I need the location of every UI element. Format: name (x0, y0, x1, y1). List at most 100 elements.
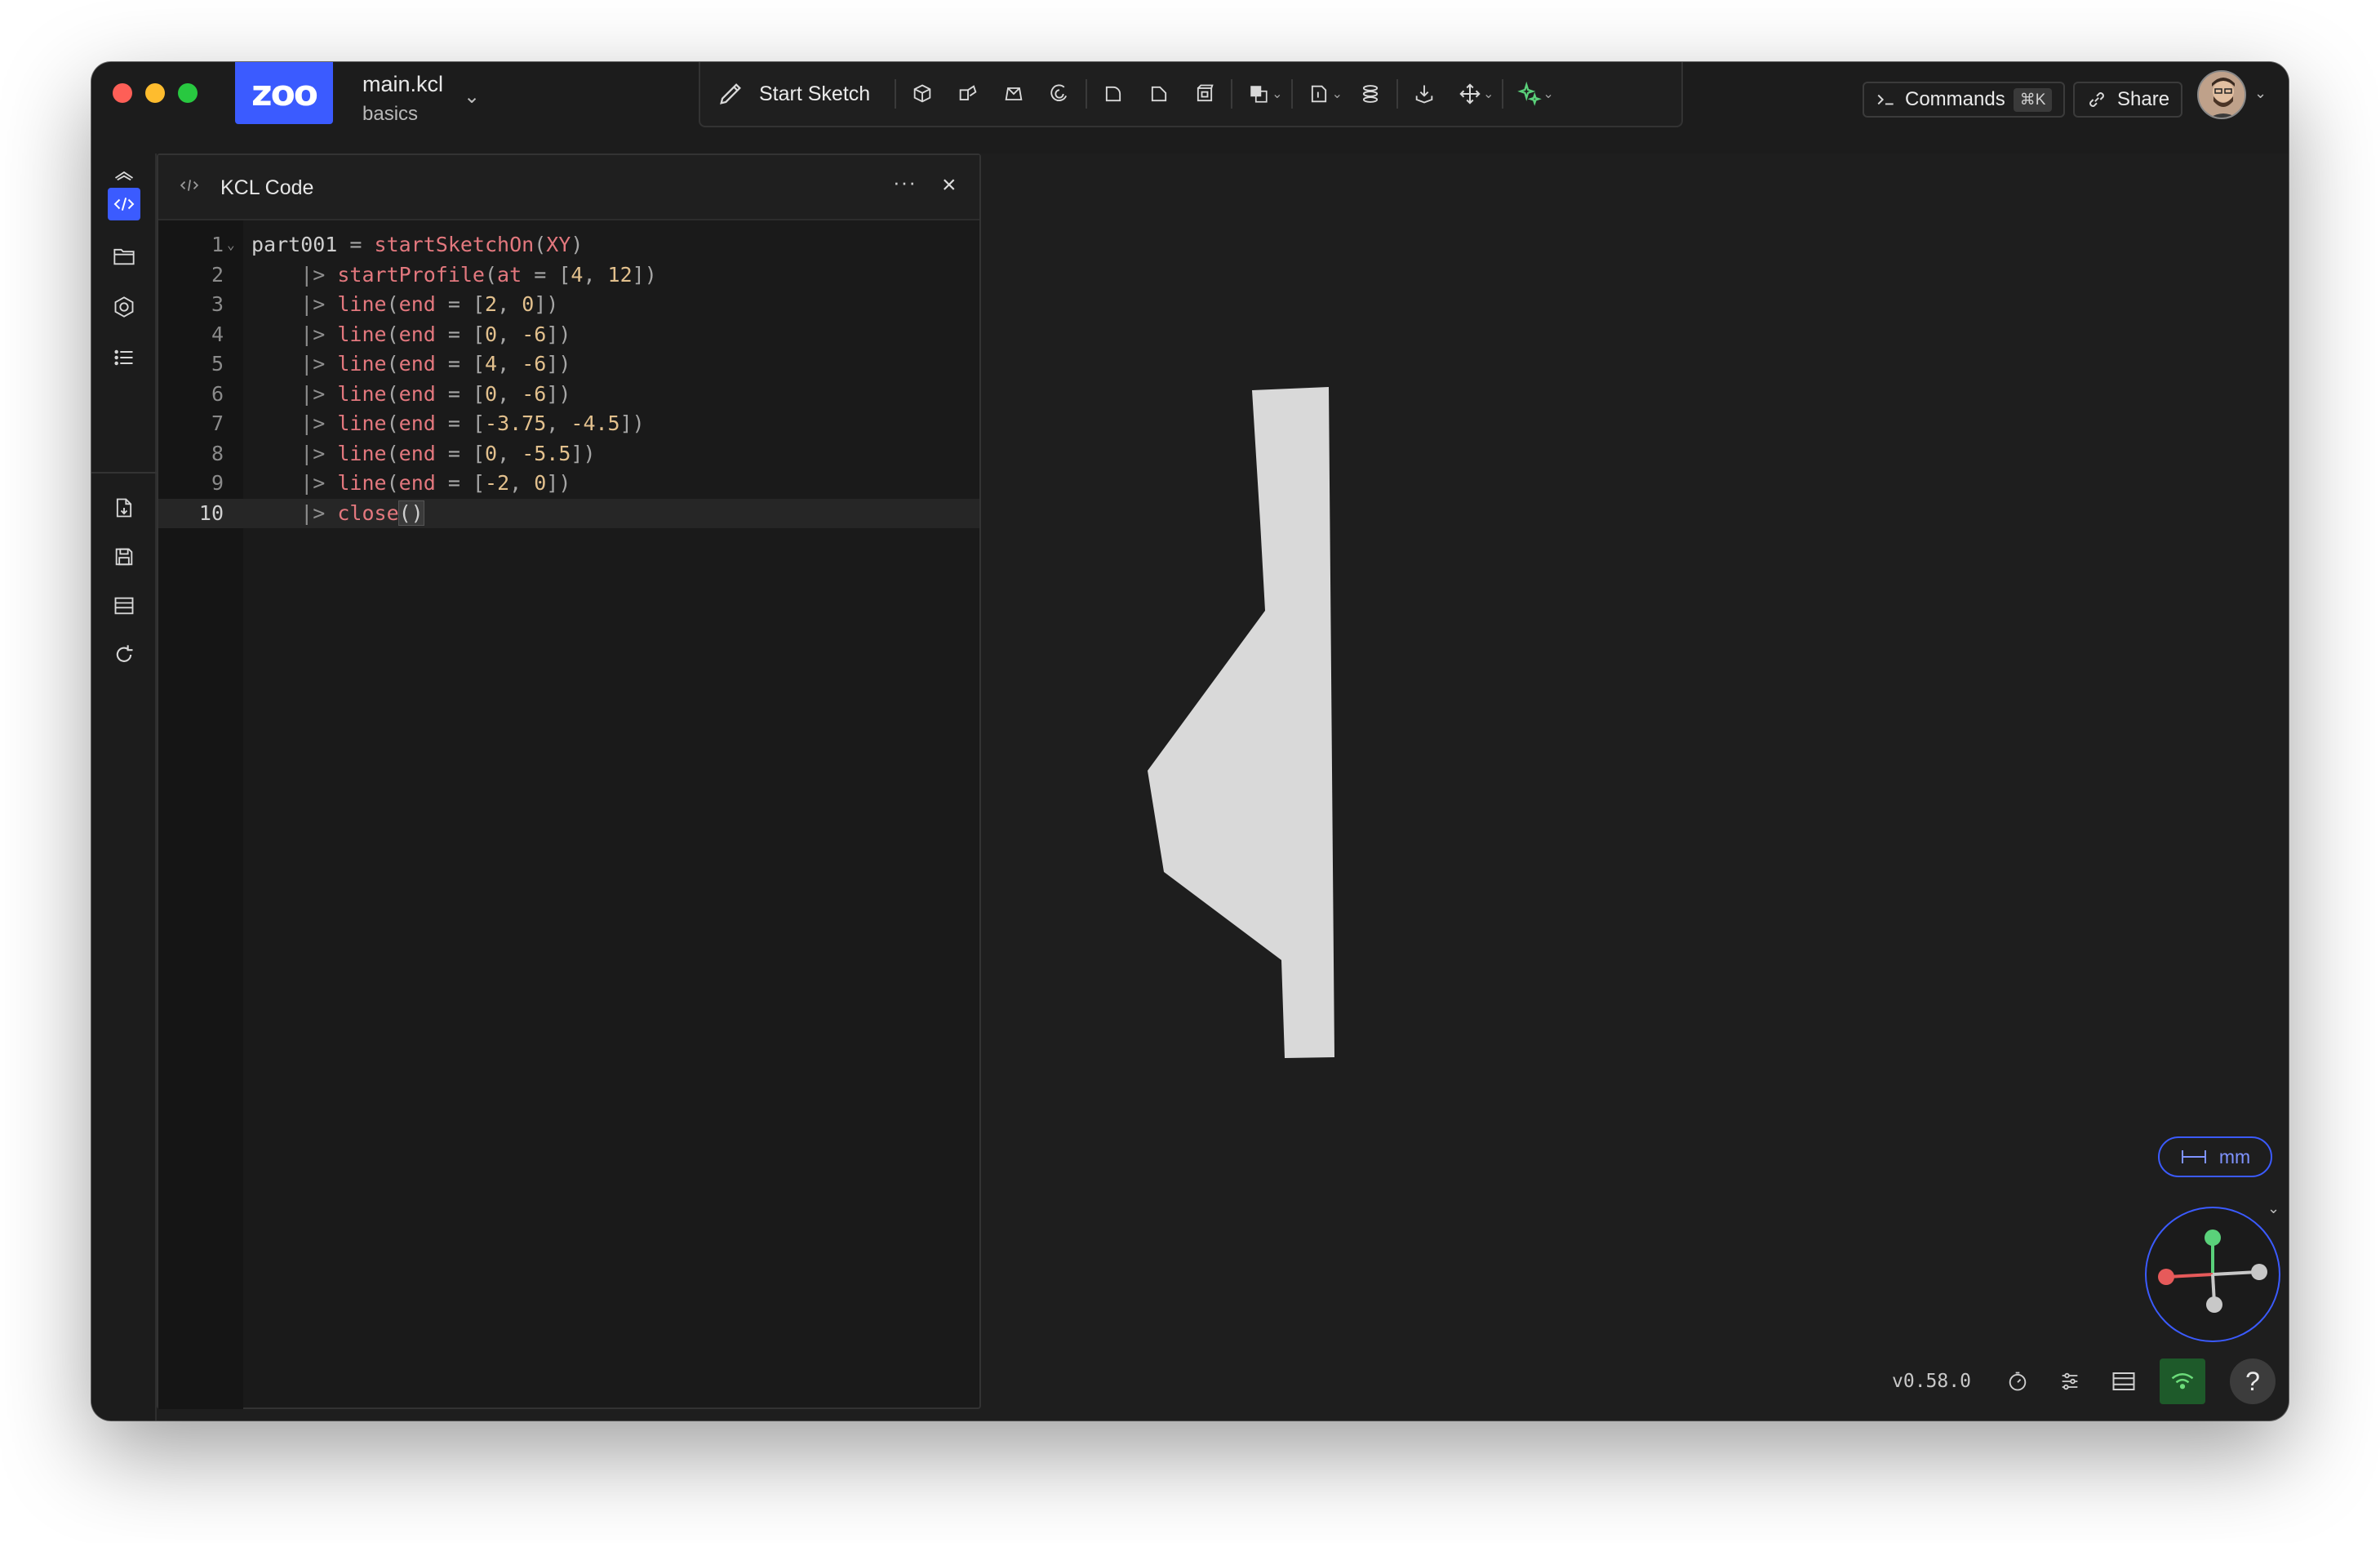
share-button[interactable]: Share (2073, 82, 2183, 118)
code-line[interactable]: 6 |> line(end = [0, -6]) (158, 380, 979, 410)
code-text: |> startProfile(at = [4, 12]) (251, 262, 657, 287)
shell-icon[interactable] (1182, 71, 1228, 117)
panel-header: KCL Code ··· × (158, 155, 979, 220)
code-line[interactable]: 10 |> close() (158, 498, 979, 528)
list-icon[interactable] (108, 341, 140, 374)
line-number: 8 (211, 441, 224, 465)
start-sketch-button[interactable]: Start Sketch (717, 80, 870, 108)
package-icon[interactable] (108, 291, 140, 323)
minimize-window-button[interactable] (145, 83, 165, 103)
code-text: |> line(end = [0, -6]) (251, 381, 571, 406)
x-axis-handle (2158, 1269, 2174, 1285)
y-axis-handle (2205, 1230, 2221, 1246)
kcl-code-panel: KCL Code ··· × 1 ⌄ part001 = startSketchOn… (157, 153, 981, 1409)
fold-chevron-icon[interactable]: ⌄ (227, 230, 235, 260)
code-text: |> line(end = [-2, 0]) (251, 471, 571, 495)
save-icon[interactable] (108, 540, 140, 573)
z-axis-handle (2206, 1296, 2222, 1313)
chevron-down-icon[interactable]: ⌄ (1332, 86, 1343, 102)
code-line[interactable]: 5 |> line(end = [4, -6]) (158, 349, 979, 380)
modeling-toolbar: Start Sketch ⌄ ⌄ ⌄ ⌄ (699, 62, 1683, 127)
code-text: |> line(end = [0, -6]) (251, 322, 571, 346)
code-text: |> close() (251, 500, 424, 526)
help-button[interactable]: ? (2230, 1358, 2276, 1404)
terminal-icon (1877, 94, 1894, 105)
code-line[interactable]: 4 |> line(end = [0, -6]) (158, 320, 979, 350)
sweep-icon[interactable] (945, 71, 991, 117)
loft-icon[interactable] (991, 71, 1037, 117)
units-label: mm (2218, 1145, 2251, 1167)
extrude-icon[interactable] (899, 71, 945, 117)
panel-title: KCL Code (220, 176, 314, 199)
chevron-down-icon[interactable]: ⌄ (1543, 86, 1553, 102)
toolbar-divider (895, 79, 897, 109)
project-name: basics (362, 103, 419, 125)
line-number: 4 (211, 322, 224, 346)
fillet-icon[interactable] (1090, 71, 1136, 117)
code-icon (178, 176, 201, 198)
chevron-down-icon[interactable]: ⌄ (1483, 86, 1494, 102)
insert-icon[interactable] (1401, 71, 1447, 117)
model-viewport[interactable] (981, 153, 2289, 1421)
line-number: 5 (211, 352, 224, 376)
orientation-gizmo[interactable] (2143, 1205, 2282, 1344)
code-text: part001 = startSketchOn(XY) (251, 233, 584, 256)
toolbar-divider (1231, 79, 1233, 109)
network-health-button[interactable] (2160, 1358, 2205, 1404)
zoo-logo[interactable]: zoo (235, 62, 333, 124)
start-sketch-label: Start Sketch (759, 82, 871, 105)
toolbar-divider (1396, 79, 1398, 109)
app-window: zoo main.kcl basics ⌄ Start Sketch ⌄ ⌄ ⌄… (91, 62, 2289, 1421)
chevron-down-icon[interactable]: ⌄ (1272, 86, 1282, 102)
line-number: 9 (211, 471, 224, 495)
file-name[interactable]: main.kcl (362, 72, 443, 97)
version-label: v0.58.0 (1892, 1371, 1971, 1392)
code-line[interactable]: 8 |> line(end = [0, -5.5]) (158, 439, 979, 469)
revolve-icon[interactable] (1037, 71, 1082, 117)
helix-icon[interactable] (1348, 71, 1393, 117)
maximize-window-button[interactable] (178, 83, 198, 103)
layout-icon[interactable] (108, 589, 140, 622)
line-number: 1 (211, 233, 224, 256)
folder-icon[interactable] (108, 240, 140, 273)
toolbar-divider (1086, 79, 1088, 109)
chevron-down-icon[interactable]: ⌄ (2254, 85, 2267, 102)
line-number: 6 (211, 381, 224, 406)
chevron-down-icon[interactable]: ⌄ (464, 85, 480, 109)
code-editor[interactable]: 1 ⌄ part001 = startSketchOn(XY) 2 |> startP… (158, 230, 979, 528)
commands-shortcut: ⌘K (2013, 87, 2053, 112)
commands-label: Commands (1905, 88, 2005, 110)
rail-divider (91, 472, 157, 474)
close-window-button[interactable] (113, 83, 132, 103)
more-options-button[interactable]: ··· (893, 170, 917, 195)
code-line[interactable]: 2 |> startProfile(at = [4, 12]) (158, 260, 979, 291)
line-number: 2 (211, 262, 224, 287)
stopwatch-icon[interactable] (2001, 1365, 2034, 1398)
code-line[interactable]: 7 |> line(end = [-3.75, -4.5]) (158, 409, 979, 439)
code-line[interactable]: 3 |> line(end = [2, 0]) (158, 290, 979, 320)
chamfer-icon[interactable] (1136, 71, 1182, 117)
code-icon[interactable] (108, 188, 140, 220)
settings-sliders-icon[interactable] (2054, 1365, 2086, 1398)
line-number: 10 (198, 500, 224, 525)
export-file-icon[interactable] (108, 491, 140, 524)
code-text: |> line(end = [-3.75, -4.5]) (251, 411, 645, 435)
ruler-icon (2181, 1150, 2206, 1163)
close-panel-button[interactable]: × (942, 171, 957, 199)
title-bar: zoo main.kcl basics ⌄ Start Sketch ⌄ ⌄ ⌄… (91, 62, 2289, 153)
code-line[interactable]: 9 |> line(end = [-2, 0]) (158, 469, 979, 499)
sketch-profile[interactable] (981, 153, 2289, 1421)
line-number: 7 (211, 411, 224, 435)
neg-x-axis-handle (2251, 1264, 2267, 1280)
commands-button[interactable]: Commands ⌘K (1863, 82, 2066, 118)
units-button[interactable]: mm (2158, 1136, 2272, 1177)
link-icon (2089, 92, 2104, 107)
layout-icon[interactable] (2107, 1365, 2140, 1398)
toolbar-divider (1290, 79, 1293, 109)
code-text: |> line(end = [4, -6]) (251, 352, 571, 376)
pencil-icon (720, 83, 741, 104)
share-label: Share (2117, 88, 2170, 110)
code-line[interactable]: 1 ⌄ part001 = startSketchOn(XY) (158, 230, 979, 260)
refresh-icon[interactable] (108, 638, 140, 671)
user-avatar[interactable] (2197, 70, 2246, 119)
